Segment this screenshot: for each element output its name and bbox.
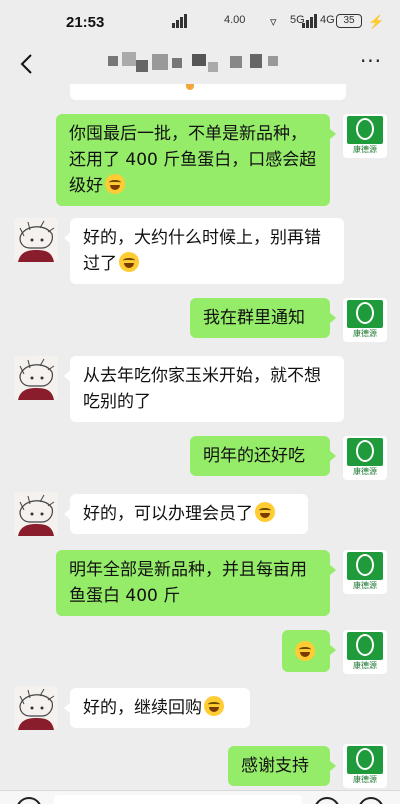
message-text: 明年的还好吃 xyxy=(203,446,305,466)
avatar-user[interactable] xyxy=(14,218,58,262)
chat-messages[interactable]: 你囤最后一批，不单是新品种，还用了 400 斤鱼蛋白，口感会超级好 康德源 好的… xyxy=(0,84,400,790)
message-bubble-sent[interactable]: 明年全部是新品种，并且每亩用鱼蛋白 400 斤 xyxy=(56,550,336,616)
avatar-business[interactable]: 康德源 xyxy=(343,550,387,594)
laughing-emoji-icon xyxy=(105,174,125,194)
message-bubble-received[interactable]: 好的，继续回购 xyxy=(64,688,250,728)
logo-label: 康德源 xyxy=(353,329,377,338)
message-text: 感谢支持 xyxy=(241,756,309,776)
sketch-avatar-icon xyxy=(18,220,55,262)
status-bar: 21:53 4.00 ▿ 5G 4G 35 ⚡ xyxy=(0,0,400,44)
logo-icon xyxy=(347,746,383,774)
more-options-icon[interactable]: ··· xyxy=(356,51,386,76)
logo-label: 康德源 xyxy=(353,661,377,670)
charging-icon: ⚡ xyxy=(368,14,385,29)
chat-title-mosaic xyxy=(100,50,300,78)
message-bubble-received[interactable]: 好的，大约什么时候上，别再错过了 xyxy=(64,218,344,284)
message-bubble-received[interactable]: 好的，可以办理会员了 xyxy=(64,494,308,534)
status-time: 21:53 xyxy=(66,14,105,31)
sketch-avatar-icon xyxy=(18,688,55,730)
message-bubble-sent[interactable]: 你囤最后一批，不单是新品种，还用了 400 斤鱼蛋白，口感会超级好 xyxy=(56,114,336,206)
avatar-user[interactable] xyxy=(14,492,58,536)
logo-label: 康德源 xyxy=(353,775,377,784)
back-arrow-icon[interactable] xyxy=(16,52,40,76)
message-input[interactable] xyxy=(54,795,302,804)
message-text: 我在群里通知 xyxy=(203,308,305,328)
network-rate: 4.00 xyxy=(224,14,246,26)
message-bubble-received[interactable]: 从去年吃你家玉米开始，就不想吃别的了 xyxy=(64,356,344,422)
logo-icon xyxy=(347,438,383,466)
network-4g-label: 4G xyxy=(320,14,335,26)
avatar-business[interactable]: 康德源 xyxy=(343,114,387,158)
sketch-avatar-icon xyxy=(18,358,55,400)
logo-label: 康德源 xyxy=(353,581,377,590)
more-actions-icon[interactable] xyxy=(358,797,384,804)
logo-label: 康德源 xyxy=(353,467,377,476)
avatar-user[interactable] xyxy=(14,356,58,400)
message-text: 好的，继续回购 xyxy=(83,698,202,718)
message-bubble-sent[interactable] xyxy=(282,630,336,672)
laughing-emoji-icon xyxy=(204,696,224,716)
logo-icon xyxy=(347,552,383,580)
signal-icon-2 xyxy=(302,14,318,28)
logo-label: 康德源 xyxy=(353,145,377,154)
signal-icon xyxy=(172,14,188,28)
message-text: 明年全部是新品种，并且每亩用鱼蛋白 400 斤 xyxy=(69,560,307,606)
message-text: 从去年吃你家玉米开始，就不想吃别的了 xyxy=(83,366,321,412)
wifi-icon: ▿ xyxy=(270,14,277,29)
message-text: 好的，大约什么时候上，别再错过了 xyxy=(83,228,321,274)
emoji-picker-icon[interactable] xyxy=(314,797,340,804)
sketch-avatar-icon xyxy=(18,494,55,536)
avatar-business[interactable]: 康德源 xyxy=(343,436,387,480)
avatar-business[interactable]: 康德源 xyxy=(343,298,387,342)
message-bubble-sent[interactable]: 感谢支持 xyxy=(228,746,336,786)
status-icons: 4.00 ▿ 5G 4G 35 ⚡ xyxy=(172,14,385,32)
avatar-business[interactable]: 康德源 xyxy=(343,630,387,674)
partial-message-bubble xyxy=(70,84,346,100)
message-bubble-sent[interactable]: 我在群里通知 xyxy=(190,298,336,338)
logo-icon xyxy=(347,116,383,144)
input-bar xyxy=(0,790,400,804)
battery-icon: 35 xyxy=(336,14,362,28)
voice-input-icon[interactable] xyxy=(16,797,42,804)
logo-icon xyxy=(347,632,383,660)
message-text: 好的，可以办理会员了 xyxy=(83,504,253,524)
laughing-emoji-icon xyxy=(255,502,275,522)
message-bubble-sent[interactable]: 明年的还好吃 xyxy=(190,436,336,476)
chat-header: ··· xyxy=(0,44,400,84)
laughing-emoji-icon xyxy=(119,252,139,272)
avatar-user[interactable] xyxy=(14,686,58,730)
logo-icon xyxy=(347,300,383,328)
avatar-business[interactable]: 康德源 xyxy=(343,744,387,788)
grinning-emoji-icon xyxy=(295,641,315,661)
